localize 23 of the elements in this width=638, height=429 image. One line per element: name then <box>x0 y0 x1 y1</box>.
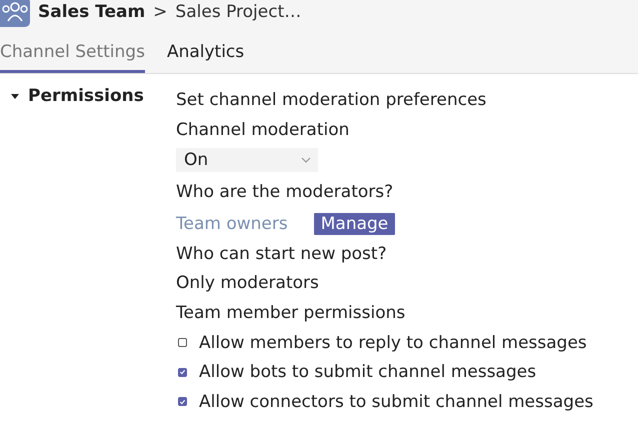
checkbox-label: Allow bots to submit channel messages <box>199 362 536 382</box>
field-label: Channel moderation <box>176 118 350 142</box>
checkbox[interactable] <box>178 397 187 406</box>
caret-icon <box>10 91 20 101</box>
checkbox-label: Allow members to reply to channel messages <box>199 332 587 353</box>
chevron-down-icon <box>300 156 312 164</box>
tab[interactable]: Analytics <box>166 38 244 73</box>
field-label: Who can start new post? <box>176 242 388 266</box>
checkbox[interactable] <box>178 368 187 377</box>
manage-button[interactable]: Manage <box>314 212 396 234</box>
breadcrumb-separator: > <box>153 2 168 22</box>
section-heading: Set channel moderation preferences <box>176 89 488 112</box>
channel-name[interactable]: Sales Project… <box>175 2 302 22</box>
field-label: Who are the moderators? <box>176 181 394 204</box>
moderators-value: Team owners <box>176 214 288 234</box>
checkbox[interactable] <box>178 338 187 348</box>
team-name[interactable]: Sales Team <box>38 2 146 22</box>
checkbox-label: Allow connectors to submit channel messages <box>199 392 594 412</box>
field-value: Only moderators <box>176 272 320 295</box>
field-label: Team member permissions <box>176 302 406 324</box>
section-header[interactable]: Permissions <box>0 86 176 106</box>
moderation-dropdown[interactable]: On <box>176 148 318 172</box>
tab[interactable]: Channel Settings <box>0 38 145 73</box>
